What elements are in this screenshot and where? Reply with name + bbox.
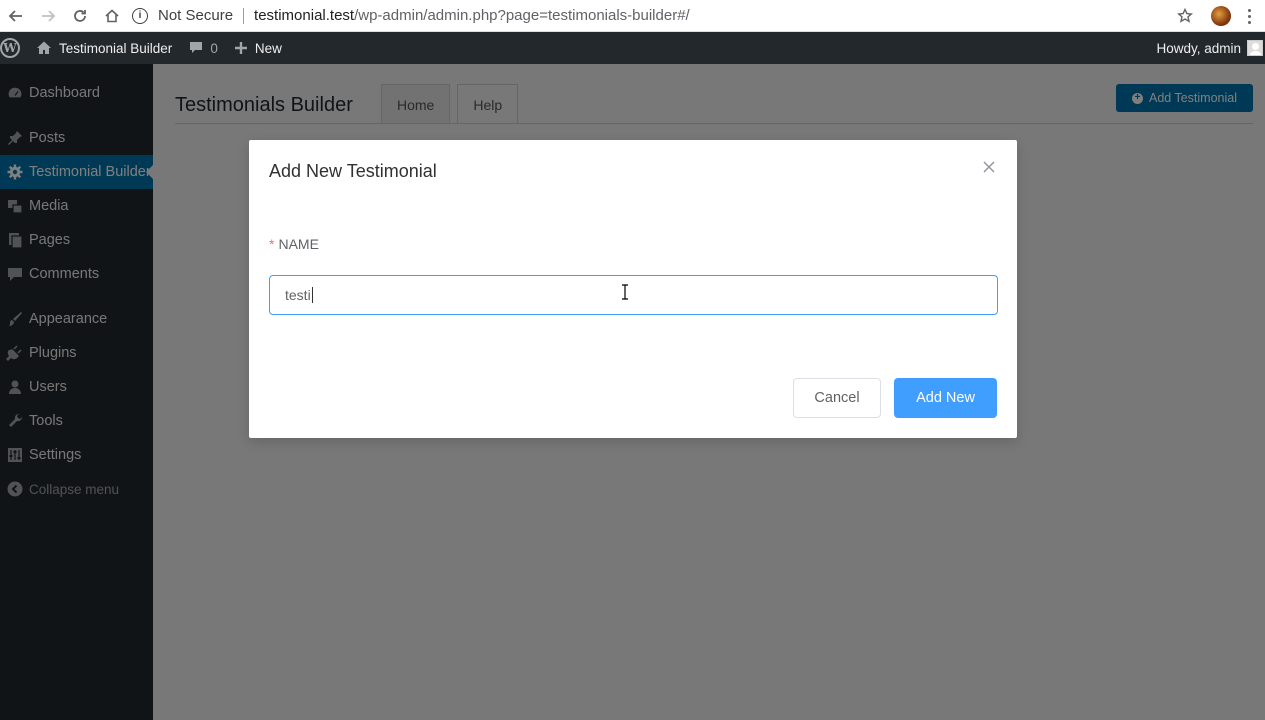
back-arrow-icon	[8, 9, 22, 22]
dialog-title: Add New Testimonial	[269, 161, 437, 181]
info-icon[interactable]: i	[132, 7, 148, 24]
new-content-link[interactable]: New	[226, 32, 290, 64]
admin-avatar	[1247, 40, 1263, 56]
required-indicator: *	[269, 236, 275, 252]
new-label: New	[254, 40, 282, 56]
add-new-button[interactable]: Add New	[894, 378, 997, 418]
text-caret	[311, 287, 313, 303]
address-bar[interactable]: i Not Secure testimonial.test/wp-admin/a…	[130, 0, 690, 32]
home-icon	[105, 8, 119, 22]
reload-button[interactable]	[64, 0, 96, 32]
howdy-text: Howdy, admin	[1156, 40, 1241, 56]
add-testimonial-dialog: Add New Testimonial * NAME testi Cancel …	[249, 140, 1017, 438]
plus-icon	[234, 41, 248, 55]
name-label-text: NAME	[278, 236, 319, 252]
wp-admin-bar: W Testimonial Builder 0 New Howdy, admin	[0, 32, 1265, 64]
name-field-label: * NAME	[269, 236, 319, 252]
wp-logo-menu[interactable]: W	[0, 32, 28, 64]
url-divider	[243, 7, 245, 24]
reload-icon	[74, 9, 86, 22]
name-input-value: testi	[285, 287, 311, 303]
browser-menu-icon[interactable]	[1241, 8, 1257, 24]
url-path: /wp-admin/admin.php?page=testimonials-bu…	[354, 7, 690, 24]
bookmark-star-icon[interactable]	[1171, 8, 1199, 24]
browser-actions	[1171, 0, 1265, 32]
ibeam-cursor-icon	[622, 284, 628, 300]
back-button[interactable]	[0, 0, 32, 32]
account-menu[interactable]: Howdy, admin	[1156, 32, 1265, 64]
browser-toolbar: i Not Secure testimonial.test/wp-admin/a…	[0, 0, 1265, 32]
forward-arrow-icon	[42, 9, 56, 22]
comments-count: 0	[210, 40, 218, 56]
site-name: Testimonial Builder	[59, 40, 173, 56]
profile-avatar[interactable]	[1211, 6, 1231, 26]
home-icon	[36, 40, 52, 56]
cancel-button[interactable]: Cancel	[793, 378, 881, 418]
site-name-link[interactable]: Testimonial Builder	[28, 32, 180, 64]
forward-button[interactable]	[32, 0, 64, 32]
comments-link[interactable]: 0	[180, 32, 226, 64]
security-label: Not Secure	[158, 7, 234, 24]
home-button[interactable]	[96, 0, 128, 32]
name-input[interactable]: testi	[269, 275, 998, 315]
close-icon[interactable]	[981, 160, 997, 176]
comment-bubble-icon	[188, 40, 204, 56]
wordpress-logo-icon: W	[0, 38, 20, 58]
url-host: testimonial.test	[254, 7, 355, 24]
